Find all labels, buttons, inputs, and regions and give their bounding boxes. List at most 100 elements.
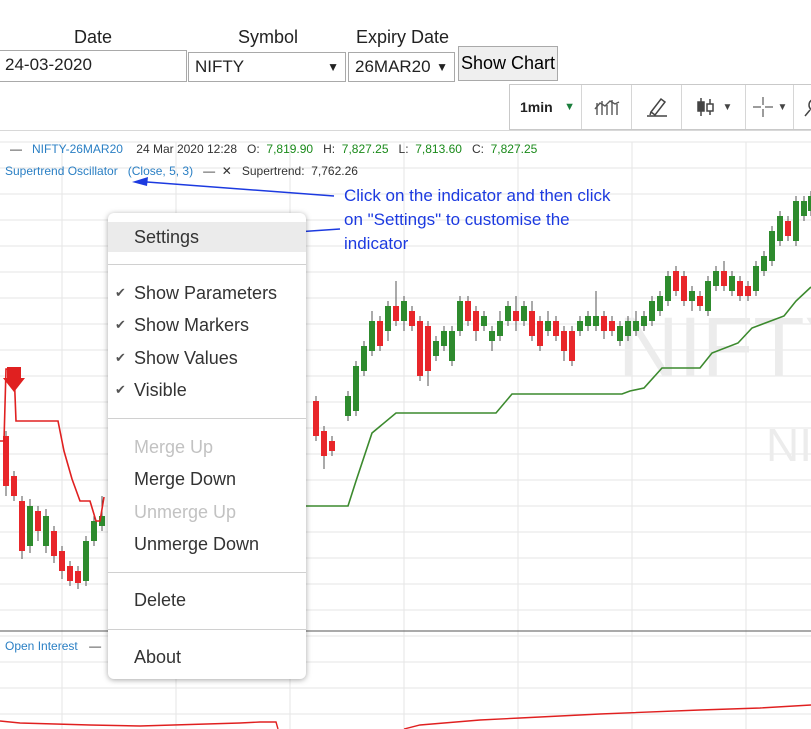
menu-item-unmerge-down[interactable]: Unmerge Down	[108, 529, 306, 559]
date-input-value: 24-03-2020	[5, 55, 92, 74]
bullish-candle	[593, 316, 599, 326]
menu-item-delete[interactable]: Delete	[108, 585, 306, 615]
menu-item-settings[interactable]: Settings	[108, 222, 306, 252]
bullish-candle	[769, 231, 775, 261]
bullish-candle	[505, 306, 511, 321]
open-interest-label[interactable]: Open Interest	[5, 639, 78, 653]
bullish-candle	[649, 301, 655, 321]
bullish-candle	[385, 306, 391, 331]
zoom-button[interactable]	[794, 85, 811, 129]
bullish-candle	[457, 301, 463, 331]
chevron-down-icon: ▼	[436, 60, 448, 74]
show-chart-button[interactable]: Show Chart	[458, 46, 558, 81]
legend-close-value: 7,827.25	[490, 142, 538, 156]
expiry-date-select-value: 26MAR20	[355, 57, 431, 76]
menu-item-label: Show Markers	[134, 314, 250, 335]
date-input[interactable]: 24-03-2020	[0, 50, 187, 82]
open-interest-legend: Open Interest —	[5, 639, 101, 653]
menu-item-visible[interactable]: ✔ Visible	[108, 375, 306, 405]
bullish-candle	[361, 346, 367, 371]
legend-high-value: 7,827.25	[341, 142, 389, 156]
legend-collapse-toggle[interactable]: —	[10, 142, 22, 156]
checkmark-icon: ✔	[115, 317, 126, 332]
bar-chart-icon	[593, 100, 619, 115]
menu-item-show-parameters[interactable]: ✔ Show Parameters	[108, 278, 306, 308]
bullish-candle	[633, 321, 639, 331]
bearish-candle	[569, 331, 575, 361]
legend-symbol[interactable]: NIFTY-26MAR20	[32, 142, 123, 156]
ohlc-legend: — NIFTY-26MAR20 24 Mar 2020 12:28 O: 7,8…	[10, 142, 537, 156]
symbol-select-value: NIFTY	[195, 57, 245, 76]
bar-chart-button[interactable]	[582, 85, 632, 129]
bearish-candle	[75, 571, 81, 583]
annotation-arrow-to-indicator	[132, 177, 148, 186]
indicator-name[interactable]: Supertrend Oscillator	[5, 164, 118, 178]
menu-item-merge-up: Merge Up	[108, 432, 306, 462]
candlestick-icon	[696, 98, 714, 116]
bullish-candle	[753, 266, 759, 291]
indicator-params[interactable]: (Close, 5, 3)	[128, 164, 193, 178]
bullish-candle	[369, 321, 375, 351]
interval-dropdown[interactable]: 1min ▼	[510, 85, 582, 129]
expiry-date-label: Expiry Date	[356, 27, 450, 47]
checkmark-icon: ✔	[115, 350, 126, 365]
bullish-candle	[585, 316, 591, 326]
bullish-candle	[801, 201, 807, 216]
bullish-candle	[345, 396, 351, 416]
bearish-candle	[377, 321, 383, 346]
menu-item-label: Unmerge Down	[134, 533, 260, 554]
bearish-candle	[465, 301, 471, 321]
symbol-select[interactable]: NIFTY ▼	[188, 52, 346, 82]
menu-item-label: Show Parameters	[134, 282, 278, 303]
expiry-date-select[interactable]: 26MAR20 ▼	[348, 52, 455, 82]
crosshair-button[interactable]: ▼	[746, 85, 794, 129]
checkmark-icon: ✔	[115, 382, 126, 397]
bearish-candle	[681, 276, 687, 301]
legend-datetime: 24 Mar 2020 12:28	[136, 142, 238, 156]
open-interest-line-right	[403, 704, 811, 729]
indicator-context-menu: Settings ✔ Show Parameters ✔ Show Markers …	[108, 213, 306, 679]
indicator-value-label: Supertrend:	[241, 164, 305, 178]
bullish-candle	[497, 321, 503, 336]
menu-item-show-values[interactable]: ✔ Show Values	[108, 343, 306, 373]
chart-type-button[interactable]: ▼	[682, 85, 746, 129]
legend-low-value: 7,813.60	[415, 142, 462, 156]
menu-item-label: Unmerge Up	[134, 501, 237, 522]
nifty-watermark: NIFTY	[618, 300, 811, 394]
bearish-candle	[673, 271, 679, 291]
minimize-icon[interactable]: —	[203, 164, 215, 178]
bearish-candle	[601, 316, 607, 331]
close-icon[interactable]: ✕	[222, 164, 232, 178]
bullish-candle	[793, 201, 799, 241]
bearish-candle	[513, 311, 519, 321]
menu-item-label: Merge Down	[134, 468, 237, 489]
chevron-down-icon: ▼	[327, 60, 339, 74]
bearish-candle	[553, 321, 559, 336]
menu-item-unmerge-up: Unmerge Up	[108, 497, 306, 527]
menu-item-about[interactable]: About	[108, 642, 306, 672]
bullish-candle	[777, 216, 783, 241]
bearish-candle	[537, 321, 543, 346]
drawing-tools-icon	[646, 97, 667, 117]
bullish-candle	[83, 541, 89, 581]
caret-down-icon: ▼	[722, 101, 733, 113]
menu-item-settings-label: Settings	[134, 226, 200, 247]
bearish-candle	[67, 566, 73, 581]
bullish-candle	[27, 506, 33, 546]
menu-item-merge-down[interactable]: Merge Down	[108, 464, 306, 494]
drawing-tools-button[interactable]	[632, 85, 682, 129]
bullish-candle	[657, 296, 663, 311]
legend-low-label: L:	[398, 142, 409, 156]
caret-down-icon: ▼	[564, 101, 575, 113]
bearish-candle	[529, 311, 535, 336]
bullish-candle	[729, 276, 735, 291]
menu-item-label: Delete	[134, 589, 187, 610]
menu-item-label: Show Values	[134, 347, 238, 368]
menu-item-show-markers[interactable]: ✔ Show Markers	[108, 310, 306, 340]
menu-item-label: Merge Up	[134, 436, 214, 457]
zoom-icon	[804, 99, 811, 117]
symbol-label: Symbol	[238, 27, 299, 47]
bearish-candle	[721, 271, 727, 286]
legend-close-label: C:	[471, 142, 484, 156]
open-interest-collapse[interactable]: —	[89, 639, 101, 653]
